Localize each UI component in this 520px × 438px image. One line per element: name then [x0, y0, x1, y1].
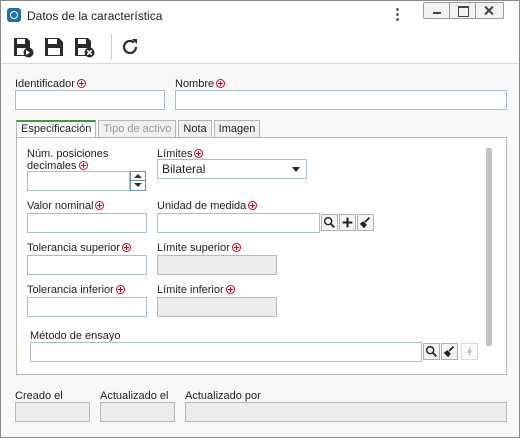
stepper-up-icon[interactable]: [131, 172, 145, 181]
required-icon: [121, 243, 131, 252]
required-icon: [248, 201, 258, 210]
chevron-down-icon: [292, 167, 300, 172]
dialog-window: Datos de la característica ⋮ Identificad…: [0, 0, 520, 438]
metodo-ensayo-input[interactable]: [30, 342, 422, 362]
search-icon[interactable]: [423, 343, 440, 360]
limite-superior-input: [157, 255, 277, 275]
num-posiciones-label: Núm. posiciones: [27, 148, 109, 160]
valor-nominal-input[interactable]: [27, 213, 147, 233]
unidad-medida-input[interactable]: [157, 213, 320, 233]
required-icon: [76, 79, 86, 88]
required-icon: [231, 243, 241, 252]
actualizado-por-input: [185, 402, 507, 422]
identificador-input[interactable]: [15, 90, 165, 110]
actualizado-el-input: [100, 402, 175, 422]
required-icon: [194, 149, 204, 158]
scrollbar-thumb[interactable]: [486, 148, 492, 346]
nombre-label: Nombre: [175, 78, 226, 90]
creado-el-input: [15, 402, 90, 422]
metodo-ensayo-label: Método de ensayo: [30, 330, 121, 342]
actualizado-el-label: Actualizado el: [100, 390, 169, 402]
save-new-icon[interactable]: [12, 36, 34, 58]
toolbar-separator: [111, 34, 112, 60]
unidad-medida-label: Unidad de medida: [157, 200, 258, 212]
minimize-icon[interactable]: [424, 3, 450, 18]
tolerancia-superior-input[interactable]: [27, 255, 147, 275]
close-icon[interactable]: [476, 3, 503, 18]
tab-tipo-de-activo[interactable]: Tipo de activo: [98, 120, 177, 137]
required-icon: [95, 201, 105, 210]
num-posiciones-input[interactable]: [27, 171, 130, 191]
save-close-icon[interactable]: [73, 36, 95, 58]
stepper-down-icon[interactable]: [131, 181, 145, 190]
tolerancia-inferior-label: Tolerancia inferior: [27, 284, 125, 296]
search-icon[interactable]: [321, 214, 338, 231]
window-controls: [423, 2, 504, 19]
limite-inferior-label: Límite inferior: [157, 284, 235, 296]
save-icon[interactable]: [43, 36, 65, 58]
limites-select[interactable]: Bilateral: [157, 159, 307, 179]
required-icon: [225, 285, 235, 294]
add-icon[interactable]: [339, 214, 356, 231]
window-title: Datos de la característica: [27, 9, 163, 23]
tolerancia-superior-label: Tolerancia superior: [27, 242, 131, 254]
tab-imagen[interactable]: Imagen: [213, 120, 261, 137]
tab-especificacion[interactable]: Especificación: [16, 120, 97, 138]
tab-nota[interactable]: Nota: [178, 120, 212, 137]
app-logo-icon: [7, 8, 21, 22]
tolerancia-inferior-input[interactable]: [27, 297, 147, 317]
tab-bar: Especificación Tipo de activo Nota Image…: [16, 120, 262, 138]
identificador-label: Identificador: [15, 78, 86, 90]
limite-superior-label: Límite superior: [157, 242, 241, 254]
creado-el-label: Creado el: [15, 390, 63, 402]
refresh-icon[interactable]: [119, 36, 141, 58]
limite-inferior-input: [157, 297, 277, 317]
limites-selected-value: Bilateral: [162, 162, 206, 176]
clear-broom-icon[interactable]: [357, 214, 374, 231]
title-bar: Datos de la característica ⋮: [1, 1, 519, 30]
required-icon: [78, 161, 88, 170]
lightning-icon[interactable]: [461, 343, 478, 360]
maximize-icon[interactable]: [450, 3, 476, 18]
required-icon: [115, 285, 125, 294]
panel-scrollbar[interactable]: [484, 148, 492, 346]
actualizado-por-label: Actualizado por: [185, 390, 261, 402]
valor-nominal-label: Valor nominal: [27, 200, 105, 212]
kebab-menu-icon[interactable]: ⋮: [390, 6, 405, 24]
num-posiciones-stepper[interactable]: [130, 171, 146, 191]
form-area: Identificador Nombre Especificación Tipo…: [1, 64, 519, 437]
nombre-input[interactable]: [175, 90, 507, 110]
toolbar: [1, 30, 519, 64]
especificacion-panel: Núm. posiciones decimales Límites Bilate…: [16, 137, 507, 375]
clear-broom-icon[interactable]: [441, 343, 458, 360]
required-icon: [216, 79, 226, 88]
